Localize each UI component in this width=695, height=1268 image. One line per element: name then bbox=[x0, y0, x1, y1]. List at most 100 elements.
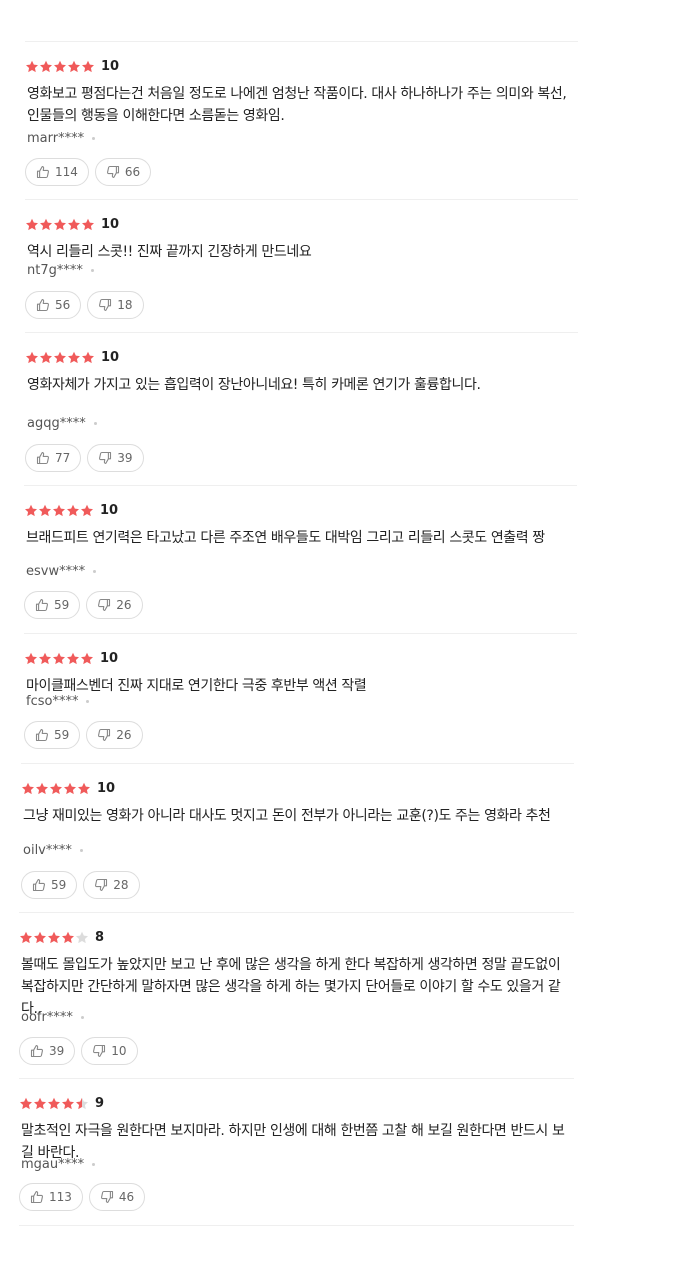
rating: 10 bbox=[21, 780, 115, 798]
thumbs-down-icon bbox=[97, 728, 111, 742]
star-icon bbox=[54, 60, 66, 73]
star-icon bbox=[68, 351, 80, 364]
star-icon bbox=[67, 504, 79, 517]
star-icon bbox=[82, 218, 94, 231]
author-id: oilv**** bbox=[23, 842, 72, 858]
thumbs-up-icon bbox=[32, 878, 46, 892]
star-rating bbox=[24, 504, 94, 518]
like-button[interactable]: 59 bbox=[21, 871, 78, 899]
star-icon bbox=[39, 504, 51, 517]
star-icon bbox=[62, 931, 74, 944]
dislike-count: 18 bbox=[117, 298, 133, 312]
like-count: 77 bbox=[55, 451, 71, 465]
dislike-button[interactable]: 39 bbox=[87, 444, 144, 472]
star-icon bbox=[50, 782, 62, 795]
dislike-button[interactable]: 66 bbox=[94, 158, 152, 186]
like-button[interactable]: 39 bbox=[19, 1037, 76, 1065]
star-icon bbox=[25, 504, 37, 517]
author-row: nt7g**** bbox=[27, 261, 94, 279]
like-button[interactable]: 113 bbox=[19, 1183, 83, 1211]
dislike-button[interactable]: 26 bbox=[86, 721, 143, 749]
separator-dot bbox=[92, 136, 96, 140]
author-row: esvw**** bbox=[26, 562, 97, 580]
separator-dot bbox=[80, 1015, 84, 1019]
rating-score: 10 bbox=[100, 651, 119, 666]
vote-buttons: 113 46 bbox=[19, 1183, 151, 1211]
star-icon bbox=[40, 60, 52, 73]
author-id: mgau**** bbox=[21, 1156, 85, 1172]
star-rating bbox=[25, 60, 95, 74]
vote-buttons: 59 26 bbox=[24, 591, 149, 619]
review-text: 영화자체가 가지고 있는 흡입력이 장난아니네요! 특히 카메론 연기가 훌륭합… bbox=[27, 377, 481, 393]
dislike-count: 66 bbox=[124, 165, 141, 179]
separator-dot bbox=[93, 569, 97, 573]
star-rating bbox=[25, 218, 95, 232]
review-text: 마이클패스벤더 진짜 지대로 연기한다 극중 후반부 액션 작렬 bbox=[26, 678, 367, 694]
dislike-button[interactable]: 10 bbox=[81, 1037, 138, 1065]
author-row: oofr**** bbox=[21, 1008, 84, 1026]
like-button[interactable]: 59 bbox=[24, 591, 81, 619]
rating: 10 bbox=[24, 502, 118, 520]
star-icon bbox=[48, 931, 60, 944]
star-icon bbox=[48, 1097, 60, 1110]
like-button[interactable]: 59 bbox=[24, 721, 81, 749]
star-rating bbox=[21, 782, 91, 796]
thumbs-up-icon bbox=[36, 165, 50, 179]
star-icon bbox=[20, 931, 32, 944]
thumbs-down-icon bbox=[98, 451, 112, 465]
star-icon bbox=[53, 652, 65, 665]
star-icon bbox=[36, 782, 48, 795]
star-icon bbox=[40, 351, 52, 364]
separator-dot bbox=[93, 421, 97, 425]
review-item: 10 영화자체가 가지고 있는 흡입력이 장난아니네요! 특히 카메론 연기가 … bbox=[25, 332, 578, 485]
star-icon bbox=[40, 218, 52, 231]
star-icon bbox=[25, 652, 37, 665]
star-icon bbox=[64, 782, 76, 795]
review-text: 역시 리들리 스콧!! 진짜 끝까지 긴장하게 만드네요 bbox=[27, 244, 312, 260]
dislike-button[interactable]: 26 bbox=[86, 591, 143, 619]
rating-score: 9 bbox=[95, 1096, 105, 1111]
rating-score: 10 bbox=[101, 350, 120, 365]
author-row: fcso**** bbox=[26, 692, 90, 710]
star-icon bbox=[76, 1097, 88, 1110]
review-list: 10 영화보고 평점다는건 처음일 정도로 나에겐 엄청난 작품이다. 대사 하… bbox=[0, 0, 695, 1268]
star-icon bbox=[20, 1097, 32, 1110]
vote-buttons: 77 39 bbox=[25, 444, 150, 472]
like-button[interactable]: 114 bbox=[25, 158, 89, 186]
star-icon bbox=[68, 60, 80, 73]
like-count: 39 bbox=[49, 1044, 65, 1058]
like-count: 113 bbox=[49, 1190, 72, 1204]
dislike-button[interactable]: 46 bbox=[88, 1183, 146, 1211]
thumbs-down-icon bbox=[98, 298, 112, 312]
star-icon bbox=[34, 1097, 46, 1110]
thumbs-up-icon bbox=[36, 451, 50, 465]
review-item: 10 역시 리들리 스콧!! 진짜 끝까지 긴장하게 만드네요 nt7g****… bbox=[25, 199, 578, 332]
author-row: oilv**** bbox=[23, 841, 83, 859]
like-count: 114 bbox=[55, 165, 78, 179]
rating: 10 bbox=[24, 650, 118, 668]
star-icon bbox=[54, 351, 66, 364]
review-item: 9 말초적인 자극을 원한다면 보지마라. 하지만 인생에 대해 한번쯤 고찰 … bbox=[19, 1078, 574, 1226]
rating: 10 bbox=[25, 349, 119, 367]
separator-dot bbox=[90, 268, 94, 272]
star-icon bbox=[81, 504, 93, 517]
star-icon bbox=[34, 931, 46, 944]
review-text: 브래드피트 연기력은 타고났고 다른 주조연 배우들도 대박임 그리고 리들리 … bbox=[26, 530, 545, 546]
rating-score: 10 bbox=[97, 781, 116, 796]
vote-buttons: 39 10 bbox=[19, 1037, 144, 1065]
dislike-button[interactable]: 18 bbox=[87, 291, 144, 319]
dislike-count: 39 bbox=[117, 451, 133, 465]
vote-buttons: 59 28 bbox=[21, 871, 146, 899]
review-item: 10 영화보고 평점다는건 처음일 정도로 나에겐 엄청난 작품이다. 대사 하… bbox=[25, 41, 578, 199]
like-button[interactable]: 56 bbox=[25, 291, 82, 319]
star-icon bbox=[26, 60, 38, 73]
review-text: 말초적인 자극을 원한다면 보지마라. 하지만 인생에 대해 한번쯤 고찰 해 … bbox=[21, 1123, 565, 1161]
star-icon bbox=[82, 60, 94, 73]
like-button[interactable]: 77 bbox=[25, 444, 82, 472]
dislike-button[interactable]: 28 bbox=[83, 871, 140, 899]
review-item: 8 볼때도 몰입도가 높았지만 보고 난 후에 많은 생각을 하게 한다 복잡하… bbox=[19, 912, 574, 1078]
rating: 10 bbox=[25, 58, 119, 76]
separator-dot bbox=[92, 1162, 96, 1166]
author-id: fcso**** bbox=[26, 693, 79, 709]
rating: 8 bbox=[19, 929, 104, 947]
